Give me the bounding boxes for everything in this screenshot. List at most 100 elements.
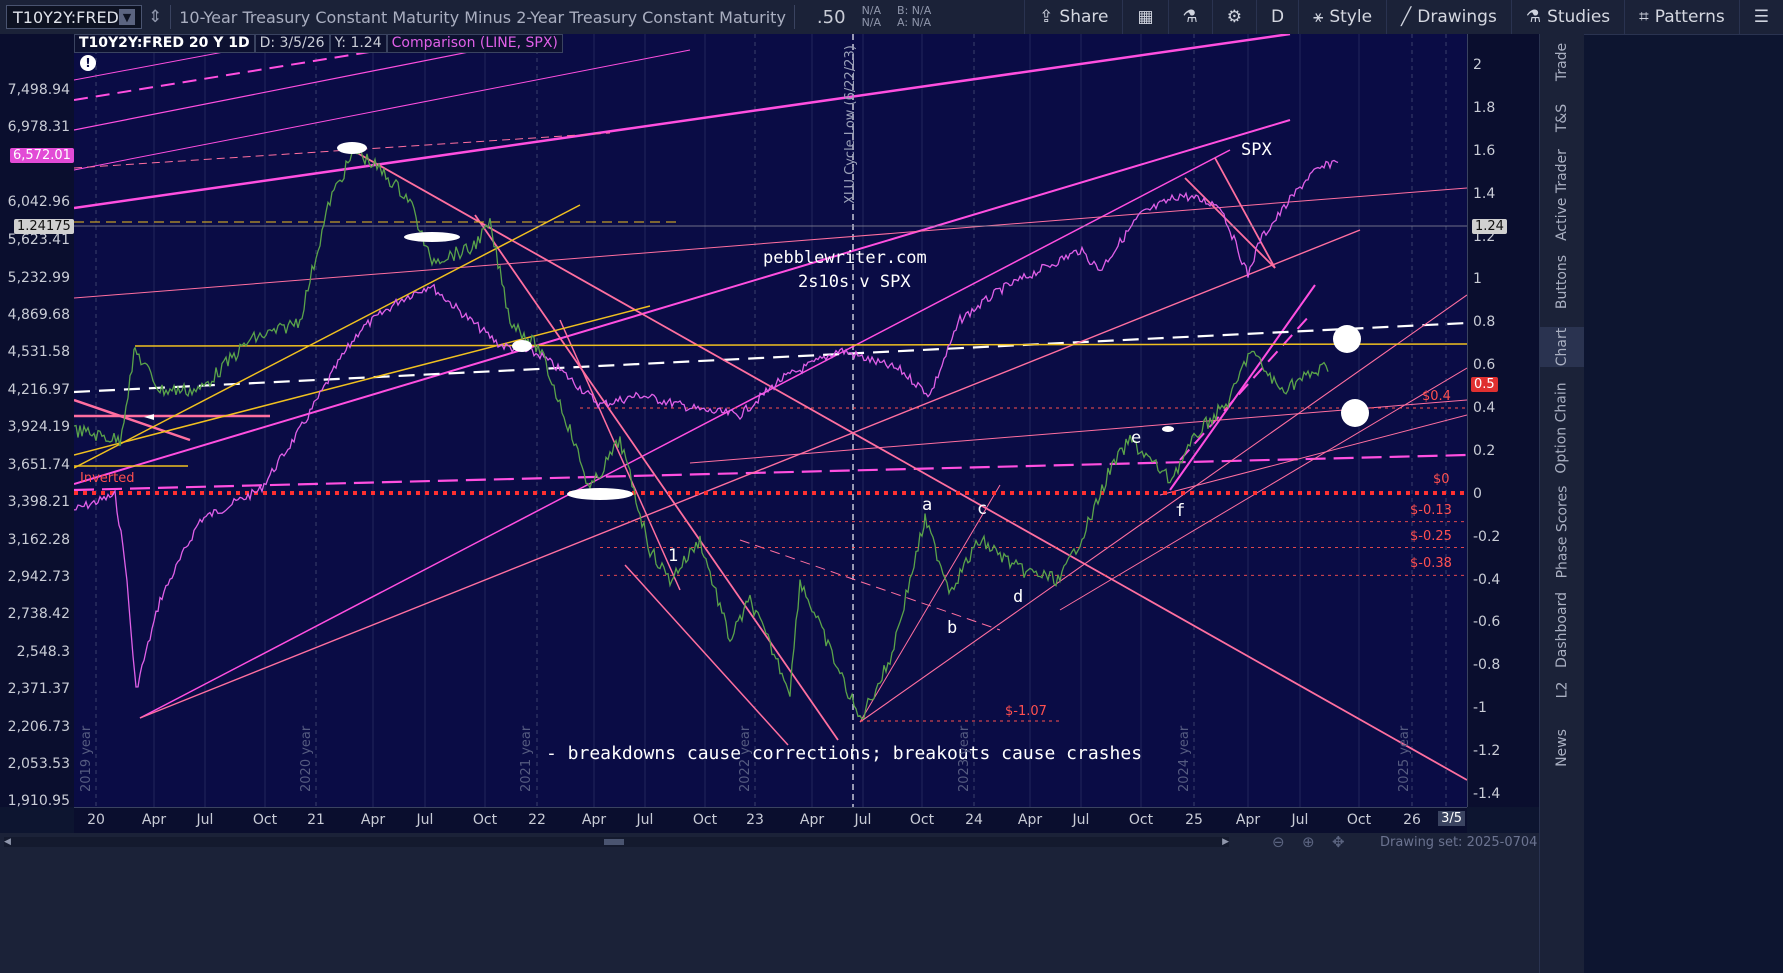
left-axis-tick: 2,053.53: [7, 756, 70, 772]
style-button[interactable]: ⚹ Style: [1298, 0, 1386, 34]
scroll-right-icon[interactable]: ▶: [1222, 838, 1229, 847]
flask-icon: ⚗: [1182, 7, 1198, 27]
side-tab-active-trader[interactable]: Active Trader: [1540, 149, 1584, 241]
interval-button[interactable]: D: [1256, 0, 1298, 34]
right-axis-tick: -1.2: [1473, 743, 1501, 760]
link-icon[interactable]: ⇕: [148, 7, 162, 27]
right-axis-tick: 1.6: [1473, 142, 1496, 159]
right-axis-tick: 1.4: [1473, 185, 1496, 202]
pullback-channel: [1214, 157, 1276, 269]
x-axis-tick: Oct: [1128, 812, 1154, 828]
side-tab-l2[interactable]: L2: [1540, 680, 1584, 700]
x-axis-tick: Oct: [909, 812, 935, 828]
left-axis-tick: 6,978.31: [7, 119, 70, 135]
scroll-thumb[interactable]: [604, 839, 624, 845]
last-value-tag: 0.5: [1471, 377, 1498, 392]
left-axis-tick: 4,869.68: [7, 307, 70, 323]
status-bar: ◀ ▶ ⊖ ⊕ ✥ Drawing set: 2025-0704: [0, 833, 1539, 973]
right-axis-tick: 0.6: [1473, 357, 1496, 374]
time-axis[interactable]: 20 Apr Jul Oct 21 Apr Jul Oct 22 Apr Jul Oct 23 Apr Ju…: [74, 807, 1467, 834]
menu-button[interactable]: ☰: [1738, 0, 1783, 34]
descending-trend: [624, 564, 789, 746]
wave-label-a: a: [922, 495, 933, 515]
level-label: $-1.07: [1005, 704, 1047, 719]
legend-symbol: T10Y2Y:FRED 20 Y 1D: [74, 34, 255, 53]
alert-icon[interactable]: !: [80, 55, 96, 71]
wave-label-b: b: [947, 618, 958, 638]
yellow-trend: [73, 204, 581, 469]
x-axis-tick: Jul: [416, 812, 434, 828]
side-tab-trade[interactable]: Trade: [1540, 43, 1584, 81]
scroll-left-icon[interactable]: ◀: [4, 838, 11, 847]
horizontal-scrollbar[interactable]: ◀ ▶: [4, 837, 1229, 847]
year-marker: 2022 year: [738, 725, 753, 792]
side-tab-label: L2: [1554, 681, 1570, 699]
year-marker: 2025 year: [1397, 725, 1412, 792]
drawings-button[interactable]: ╱ Drawings: [1386, 0, 1511, 34]
spx-support-dashed: [73, 453, 1468, 492]
x-axis-tick: Jul: [1072, 812, 1090, 828]
left-price-axis[interactable]: 7,498.94 6,978.31 6,042.96 5,623.41 5,232.99…: [0, 34, 75, 809]
side-tab-dashboard[interactable]: Dashboard: [1540, 592, 1584, 668]
quote-bid-ask: B: N/A A: N/A: [897, 5, 931, 29]
style-icon: ⚹: [1313, 7, 1324, 27]
patterns-button[interactable]: ⌗ Patterns: [1624, 0, 1739, 34]
level-label: $-0.13: [1410, 503, 1452, 518]
quote-na-2: N/A: [861, 16, 882, 29]
spx-annotation: SPX: [1241, 140, 1272, 160]
symbol-selector[interactable]: T10Y2Y:FRED ▼: [6, 5, 142, 29]
highlight-marker: [512, 340, 532, 352]
share-button[interactable]: ⇪ Share: [1024, 0, 1122, 34]
x-axis-tick: Jul: [636, 812, 654, 828]
toolbar-divider: [793, 5, 795, 29]
studies-label: Studies: [1547, 7, 1611, 27]
x-axis-tick: Oct: [252, 812, 278, 828]
settings-button[interactable]: ⚙: [1211, 0, 1256, 34]
white-dashed-trend: [73, 321, 1468, 394]
side-tab-label: Dashboard: [1554, 592, 1570, 668]
x-axis-tick: Apr: [799, 812, 825, 828]
studies-button[interactable]: ⚗ Studies: [1510, 0, 1624, 34]
highlight-marker: [404, 232, 460, 242]
right-axis-tick: -0.6: [1473, 614, 1501, 631]
left-axis-tick: 4,531.58: [7, 344, 70, 360]
side-tab-buttons[interactable]: Buttons: [1540, 255, 1584, 309]
chart-canvas[interactable]: ! pebblewriter.com 2s10s v SPX SPX - bre…: [73, 32, 1476, 807]
short-trend: [73, 398, 191, 442]
highlight-marker: [1333, 325, 1361, 353]
side-tab-label: News: [1554, 729, 1570, 767]
left-axis-tick: 6,042.96: [7, 194, 70, 210]
year-marker: 2023 year: [957, 725, 972, 792]
studies-lab-button[interactable]: ⚗: [1167, 0, 1212, 34]
style-label: Style: [1329, 7, 1373, 27]
wave-label-e: e: [1131, 428, 1142, 448]
side-tab-label: Chart: [1553, 327, 1570, 367]
channel-line: [73, 49, 691, 171]
right-axis-tick: -0.4: [1473, 571, 1501, 588]
side-tab-chart[interactable]: Chart: [1540, 327, 1584, 367]
chevron-down-icon[interactable]: ▼: [118, 9, 135, 25]
flexible-grid-button[interactable]: ▦: [1122, 0, 1167, 34]
side-tab-label: Buttons: [1554, 254, 1571, 310]
quote-ask: A: N/A: [897, 16, 932, 29]
x-axis-tick: Oct: [692, 812, 718, 828]
right-axis-tick: -1.4: [1473, 786, 1501, 802]
right-axis-tick: -0.2: [1473, 528, 1501, 545]
left-axis-tick: 5,232.99: [7, 270, 70, 286]
legend-comparison[interactable]: Comparison (LINE, SPX): [386, 34, 563, 53]
wave-label-d: d: [1013, 587, 1024, 607]
side-tab-option-chain[interactable]: Option Chain: [1540, 382, 1584, 473]
left-axis-tick: 3,162.28: [7, 532, 70, 548]
right-price-axis[interactable]: 2 1.8 1.6 1.4 1.2 1 0.8 0.6 0.4 0.2 0 -0.2 -0.4 -0.6-…: [1467, 34, 1540, 807]
year-marker: 2024 year: [1177, 725, 1192, 792]
zoom-in-icon[interactable]: ⊕: [1302, 833, 1315, 851]
left-axis-tick: 7,498.94: [7, 82, 70, 98]
zoom-out-icon[interactable]: ⊖: [1272, 833, 1285, 851]
symbol-text: T10Y2Y:FRED: [13, 7, 119, 27]
wave-label-f: f: [1175, 501, 1186, 521]
side-tab-news[interactable]: News: [1540, 729, 1584, 767]
pan-icon[interactable]: ✥: [1332, 833, 1345, 851]
side-tab-phase-scores[interactable]: Phase Scores: [1540, 486, 1584, 579]
channel-line: [139, 149, 1231, 719]
side-tab-t-s[interactable]: T&S: [1540, 104, 1584, 132]
